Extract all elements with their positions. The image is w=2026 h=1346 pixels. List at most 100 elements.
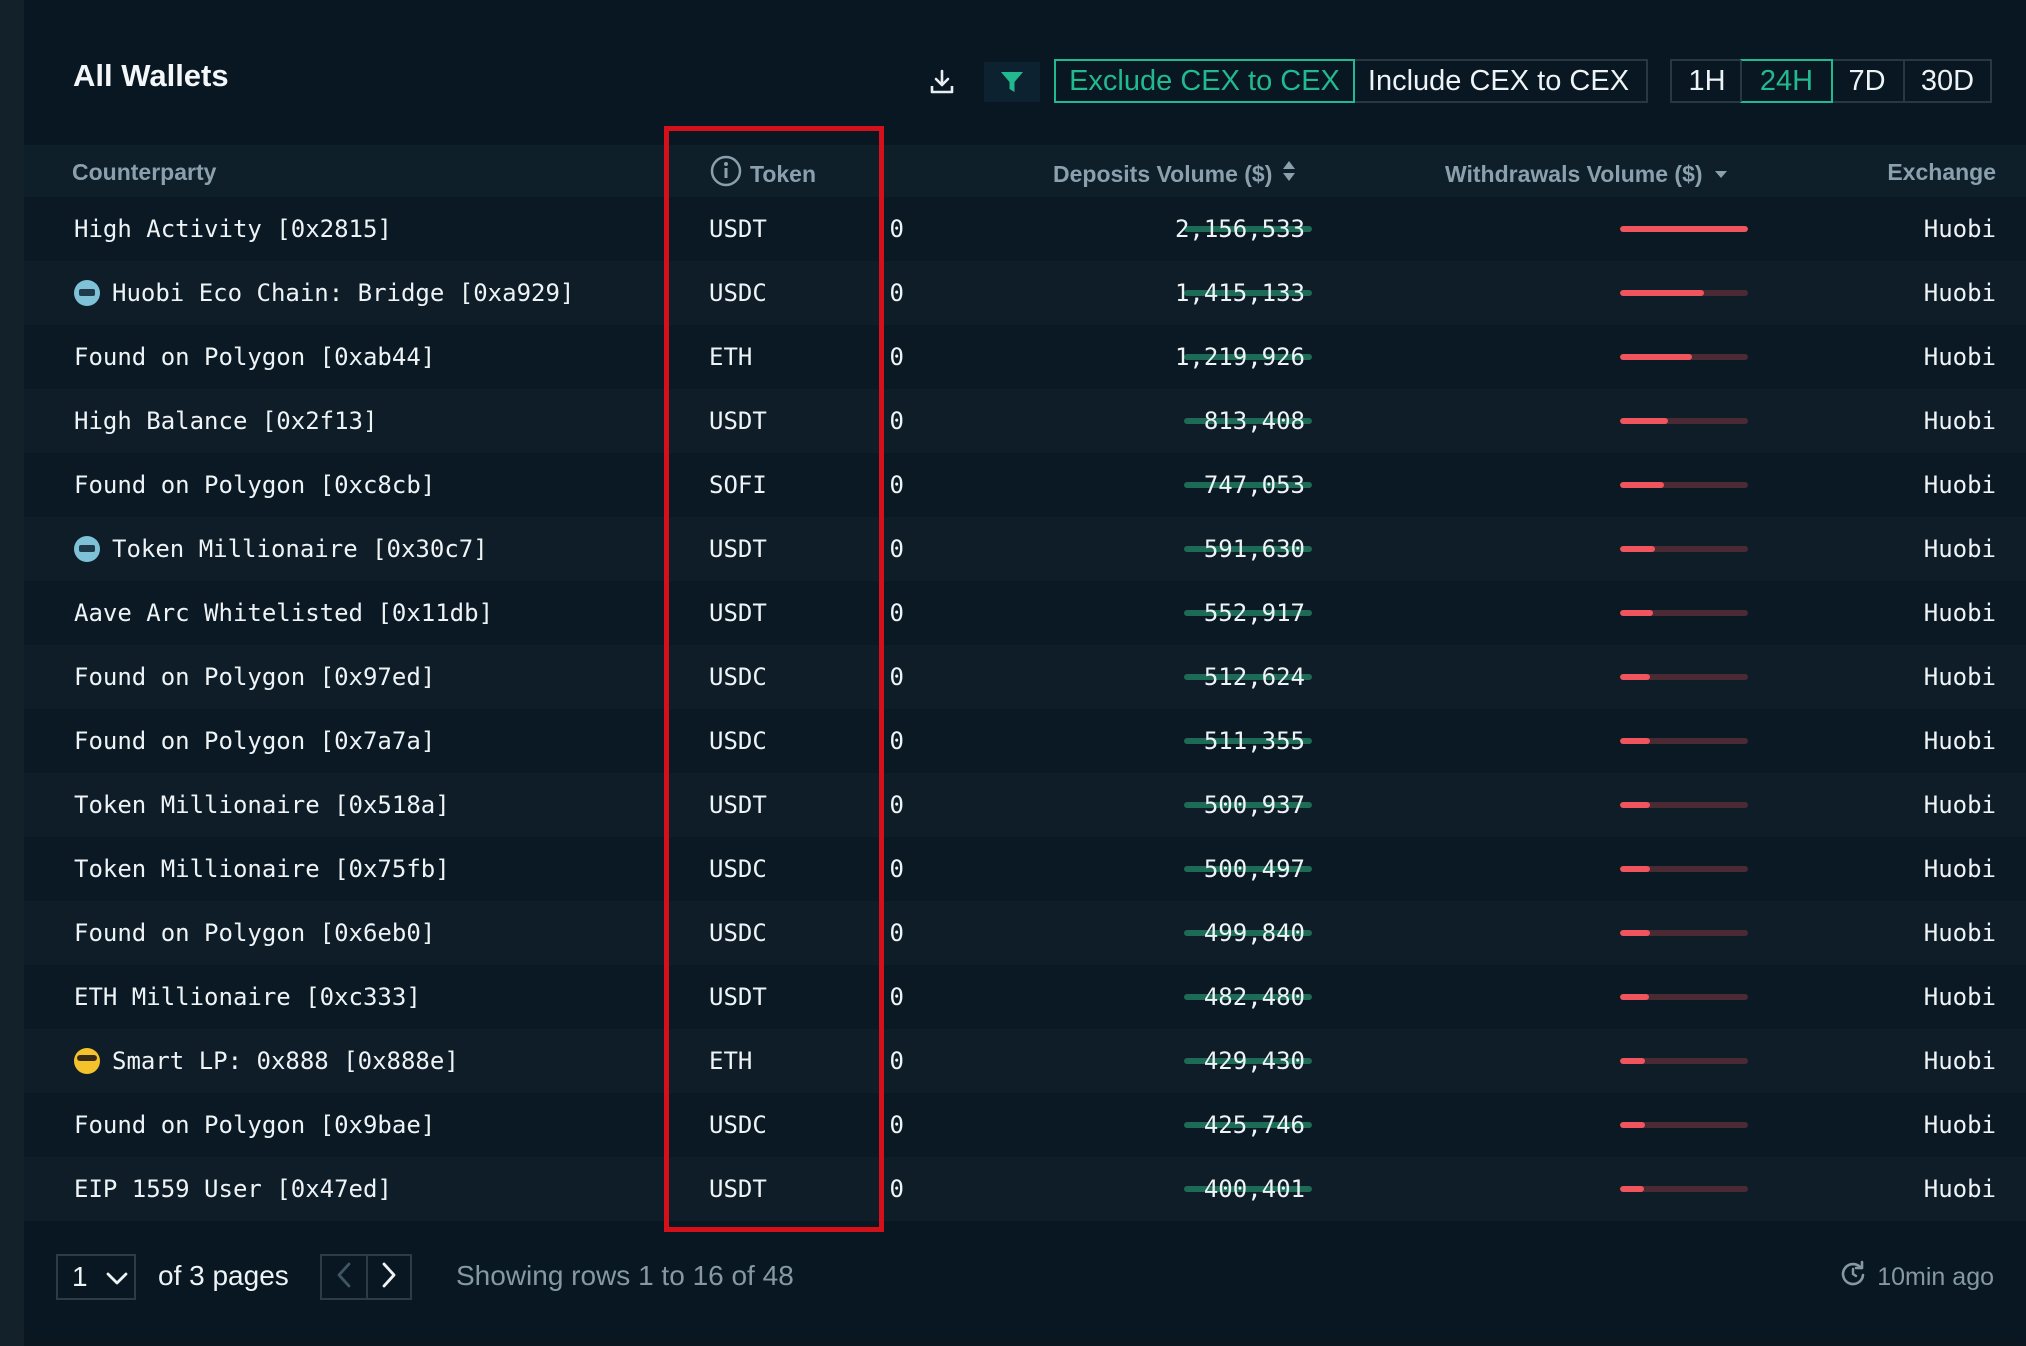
token-cell: USDC xyxy=(709,1111,767,1139)
table-row[interactable]: Found on Polygon [0xc8cb] SOFI 0 747,053 Huo… xyxy=(24,453,2026,517)
table-row[interactable]: Smart LP: 0x888 [0x888e] ETH 0 429,430 Huobi xyxy=(24,1029,2026,1093)
token-cell: USDC xyxy=(709,279,767,307)
counterparty-cell[interactable]: EIP 1559 User [0x47ed] xyxy=(74,1157,392,1221)
table-row[interactable]: Found on Polygon [0xab44] ETH 0 1,219,926 Hu… xyxy=(24,325,2026,389)
of-pages-text: of 3 pages xyxy=(158,1260,289,1291)
counterparty-name[interactable]: High Balance [0x2f13] xyxy=(74,389,377,453)
col-exchange[interactable]: Exchange xyxy=(1887,159,1996,186)
counterparty-name[interactable]: EIP 1559 User [0x47ed] xyxy=(74,1157,392,1221)
prev-page-button[interactable] xyxy=(320,1254,366,1300)
timeframe-7d-button[interactable]: 7D xyxy=(1831,61,1903,101)
counterparty-name[interactable]: Found on Polygon [0x7a7a] xyxy=(74,709,435,773)
withdrawals-bar-fill xyxy=(1620,482,1665,488)
table-row[interactable]: Huobi Eco Chain: Bridge [0xa929] USDC 0 1,4… xyxy=(24,261,2026,325)
table-body: High Activity [0x2815] USDT 0 2,156,533 Huob… xyxy=(24,197,2026,1221)
withdrawals-bar-fill xyxy=(1620,354,1693,360)
withdrawals-bar xyxy=(1620,802,1748,808)
table-row[interactable]: Aave Arc Whitelisted [0x11db] USDT 0 552,91… xyxy=(24,581,2026,645)
counterparty-name[interactable]: Found on Polygon [0xc8cb] xyxy=(74,453,435,517)
left-strip xyxy=(0,0,24,1346)
last-updated-text: 10min ago xyxy=(1877,1263,1994,1291)
withdrawals-bar xyxy=(1620,866,1748,872)
info-icon[interactable] xyxy=(710,155,742,193)
exclude-cex-button[interactable]: Exclude CEX to CEX xyxy=(1054,59,1355,103)
counterparty-name[interactable]: Huobi Eco Chain: Bridge [0xa929] xyxy=(112,261,574,325)
withdrawals-bar-fill xyxy=(1620,674,1651,680)
counterparty-name[interactable]: Found on Polygon [0xab44] xyxy=(74,325,435,389)
page-select[interactable]: 1 xyxy=(56,1254,136,1300)
counterparty-name[interactable]: Found on Polygon [0x97ed] xyxy=(74,645,435,709)
counterparty-cell[interactable]: Found on Polygon [0x9bae] xyxy=(74,1093,435,1157)
col-token[interactable]: Token xyxy=(710,155,816,193)
table-row[interactable]: Token Millionaire [0x75fb] USDC 0 500,497 Hu… xyxy=(24,837,2026,901)
withdrawals-bar xyxy=(1620,930,1748,936)
timeframe-toggle: 1H 24H 7D 30D xyxy=(1670,59,1992,103)
token-cell: ETH xyxy=(709,1047,753,1075)
withdrawals-bar xyxy=(1620,674,1748,680)
sort-both-icon[interactable] xyxy=(1282,159,1296,189)
counterparty-cell[interactable]: High Balance [0x2f13] xyxy=(74,389,377,453)
timeframe-30d-button[interactable]: 30D xyxy=(1903,61,1990,101)
withdrawals-bar-fill xyxy=(1620,290,1704,296)
counterparty-cell[interactable]: Found on Polygon [0xab44] xyxy=(74,325,435,389)
table-row[interactable]: Token Millionaire [0x30c7] USDT 0 591,630 Hu… xyxy=(24,517,2026,581)
counterparty-cell[interactable]: Found on Polygon [0x6eb0] xyxy=(74,901,435,965)
download-icon[interactable] xyxy=(922,62,962,102)
table-row[interactable]: Token Millionaire [0x518a] USDT 0 500,937 Hu… xyxy=(24,773,2026,837)
table-row[interactable]: High Balance [0x2f13] USDT 0 813,408 Huobi xyxy=(24,389,2026,453)
deposits-value: 0 xyxy=(889,407,904,435)
token-cell: USDT xyxy=(709,407,767,435)
table-row[interactable]: ETH Millionaire [0xc333] USDT 0 482,480 Huob… xyxy=(24,965,2026,1029)
table-row[interactable]: Found on Polygon [0x7a7a] USDC 0 511,355 Huo… xyxy=(24,709,2026,773)
col-counterparty[interactable]: Counterparty xyxy=(72,159,216,186)
token-cell: USDC xyxy=(709,855,767,883)
table-row[interactable]: High Activity [0x2815] USDT 0 2,156,533 Huob… xyxy=(24,197,2026,261)
counterparty-name[interactable]: Found on Polygon [0x6eb0] xyxy=(74,901,435,965)
counterparty-name[interactable]: Token Millionaire [0x30c7] xyxy=(112,517,488,581)
counterparty-cell[interactable]: Found on Polygon [0x97ed] xyxy=(74,645,435,709)
withdrawals-value: 512,624 xyxy=(1203,663,1305,691)
table-row[interactable]: Found on Polygon [0x97ed] USDC 0 512,624 Huo… xyxy=(24,645,2026,709)
counterparty-cell[interactable]: Token Millionaire [0x30c7] xyxy=(74,517,488,581)
counterparty-name[interactable]: ETH Millionaire [0xc333] xyxy=(74,965,421,1029)
next-page-button[interactable] xyxy=(366,1254,412,1300)
col-withdrawals[interactable]: Withdrawals Volume ($) xyxy=(1445,159,1729,189)
counterparty-cell[interactable]: Found on Polygon [0xc8cb] xyxy=(74,453,435,517)
counterparty-name[interactable]: Aave Arc Whitelisted [0x11db] xyxy=(74,581,493,645)
counterparty-name[interactable]: Token Millionaire [0x518a] xyxy=(74,773,450,837)
withdrawals-bar-fill xyxy=(1620,930,1650,936)
timeframe-1h-button[interactable]: 1H xyxy=(1672,61,1742,101)
exchange-cell: Huobi xyxy=(1923,407,1996,435)
refresh-status[interactable]: 10min ago xyxy=(1839,1260,1994,1295)
counterparty-cell[interactable]: Smart LP: 0x888 [0x888e] xyxy=(74,1029,459,1093)
counterparty-name[interactable]: Smart LP: 0x888 [0x888e] xyxy=(112,1029,459,1093)
robot-emoji-icon xyxy=(74,536,100,562)
withdrawals-bar-fill xyxy=(1620,226,1748,232)
table-row[interactable]: Found on Polygon [0x9bae] USDC 0 425,746 Huo… xyxy=(24,1093,2026,1157)
col-deposits[interactable]: Deposits Volume ($) xyxy=(1053,159,1296,189)
counterparty-name[interactable]: Found on Polygon [0x9bae] xyxy=(74,1093,435,1157)
table-row[interactable]: Found on Polygon [0x6eb0] USDC 0 499,840 Huo… xyxy=(24,901,2026,965)
withdrawals-bar-fill xyxy=(1620,994,1649,1000)
include-cex-button[interactable]: Include CEX to CEX xyxy=(1353,61,1644,101)
withdrawals-bar-fill xyxy=(1620,1186,1644,1192)
withdrawals-bar-fill xyxy=(1620,1058,1646,1064)
counterparty-cell[interactable]: Found on Polygon [0x7a7a] xyxy=(74,709,435,773)
counterparty-cell[interactable]: Aave Arc Whitelisted [0x11db] xyxy=(74,581,493,645)
counterparty-cell[interactable]: Token Millionaire [0x518a] xyxy=(74,773,450,837)
counterparty-cell[interactable]: Huobi Eco Chain: Bridge [0xa929] xyxy=(74,261,574,325)
page-select-value: 1 xyxy=(72,1261,88,1292)
counterparty-cell[interactable]: High Activity [0x2815] xyxy=(74,197,392,261)
counterparty-name[interactable]: Token Millionaire [0x75fb] xyxy=(74,837,450,901)
counterparty-cell[interactable]: ETH Millionaire [0xc333] xyxy=(74,965,421,1029)
deposits-value: 0 xyxy=(889,855,904,883)
timeframe-24h-button[interactable]: 24H xyxy=(1740,59,1833,103)
withdrawals-bar-fill xyxy=(1620,546,1656,552)
exchange-cell: Huobi xyxy=(1923,1111,1996,1139)
counterparty-name[interactable]: High Activity [0x2815] xyxy=(74,197,392,261)
sort-desc-icon[interactable] xyxy=(1713,159,1729,189)
table-row[interactable]: EIP 1559 User [0x47ed] USDT 0 400,401 Huobi xyxy=(24,1157,2026,1221)
filter-icon[interactable] xyxy=(984,62,1040,102)
refresh-icon xyxy=(1839,1260,1867,1295)
counterparty-cell[interactable]: Token Millionaire [0x75fb] xyxy=(74,837,450,901)
